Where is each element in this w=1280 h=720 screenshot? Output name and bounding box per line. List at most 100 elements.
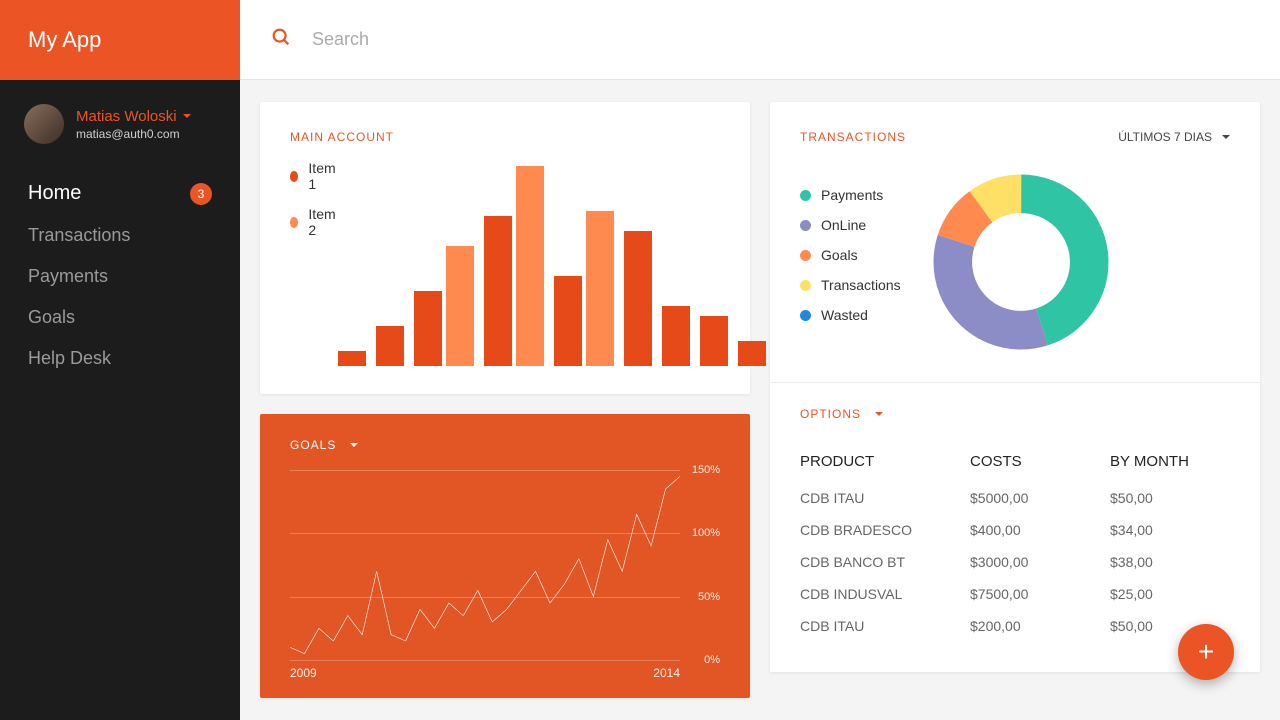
bar (624, 231, 652, 366)
bar (700, 316, 728, 366)
bar-group (738, 341, 766, 366)
cell: $3000,00 (970, 554, 1110, 570)
options-title: OPTIONS (800, 407, 861, 421)
legend-dot-icon (290, 217, 298, 228)
topbar (240, 0, 1280, 80)
options-selector[interactable]: OPTIONS (800, 407, 1230, 421)
divider (770, 382, 1260, 383)
user-name-text: Matias Woloski (76, 108, 177, 125)
nav-item-home[interactable]: Home 3 (28, 172, 212, 215)
cell: $34,00 (1110, 522, 1230, 538)
table-row[interactable]: CDB ITAU$5000,00$50,00 (800, 482, 1230, 514)
nav-label: Home (28, 182, 81, 205)
bar-group (700, 316, 728, 366)
nav: Home 3 Transactions Payments Goals Help Desk (0, 172, 240, 379)
gridline (290, 660, 680, 661)
cell: CDB BRADESCO (800, 522, 970, 538)
x-end: 2014 (653, 666, 680, 680)
bar-group (624, 231, 652, 366)
legend-label: Wasted (821, 307, 868, 323)
cell: CDB ITAU (800, 618, 970, 634)
legend-label: Item 2 (308, 206, 338, 238)
search-icon[interactable] (270, 26, 292, 53)
donut-legend: Payments OnLine Goals Transactions Wasted (800, 187, 901, 337)
nav-label: Help Desk (28, 348, 111, 369)
plus-icon: + (1198, 636, 1214, 668)
legend-dot-icon (800, 190, 811, 201)
bar (738, 341, 766, 366)
cell: $5000,00 (970, 490, 1110, 506)
user-name[interactable]: Matias Woloski (76, 108, 191, 125)
nav-badge: 3 (190, 183, 212, 205)
donut-chart (931, 172, 1111, 352)
legend-label: Transactions (821, 277, 901, 293)
cell: $50,00 (1110, 490, 1230, 506)
cell: $200,00 (970, 618, 1110, 634)
bar (338, 351, 366, 366)
cell: $25,00 (1110, 586, 1230, 602)
bar-group (484, 166, 544, 366)
legend-item: Item 1 (290, 160, 338, 192)
add-button[interactable]: + (1178, 624, 1234, 680)
legend-dot-icon (800, 220, 811, 231)
legend-item: Item 2 (290, 206, 338, 238)
bar (414, 291, 442, 366)
nav-item-help-desk[interactable]: Help Desk (28, 338, 212, 379)
nav-item-transactions[interactable]: Transactions (28, 215, 212, 256)
col-header: PRODUCT (800, 453, 970, 470)
nav-item-payments[interactable]: Payments (28, 256, 212, 297)
options-table: PRODUCTCOSTSBY MONTHCDB ITAU$5000,00$50,… (800, 445, 1230, 642)
main-account-legend: Item 1 Item 2 (290, 160, 338, 252)
search-input[interactable] (312, 29, 1250, 50)
legend-dot-icon (290, 171, 298, 182)
main-account-title: MAIN ACCOUNT (260, 102, 750, 156)
goals-card: GOALS 150%100%50%0% 2009 2014 (260, 414, 750, 698)
chevron-down-icon (350, 443, 358, 447)
legend-dot-icon (800, 280, 811, 291)
main-account-card: MAIN ACCOUNT Item 1 Item 2 (260, 102, 750, 394)
legend-item: Payments (800, 187, 901, 203)
user-email: matias@auth0.com (76, 127, 191, 141)
sidebar: My App Matias Woloski matias@auth0.com H… (0, 0, 240, 720)
table-row[interactable]: CDB INDUSVAL$7500,00$25,00 (800, 578, 1230, 610)
bar (376, 326, 404, 366)
table-row[interactable]: CDB ITAU$200,00$50,00 (800, 610, 1230, 642)
bar-group (338, 351, 366, 366)
cell: $7500,00 (970, 586, 1110, 602)
bar (516, 166, 544, 366)
goals-selector[interactable]: GOALS (290, 438, 720, 452)
legend-label: OnLine (821, 217, 866, 233)
cell: $400,00 (970, 522, 1110, 538)
legend-label: Item 1 (308, 160, 338, 192)
line-xaxis: 2009 2014 (290, 666, 720, 680)
cell: CDB ITAU (800, 490, 970, 506)
nav-label: Goals (28, 307, 75, 328)
bar (554, 276, 582, 366)
y-label: 150% (692, 464, 720, 476)
table-row[interactable]: CDB BRADESCO$400,00$34,00 (800, 514, 1230, 546)
table-row[interactable]: CDB BANCO BT$3000,00$38,00 (800, 546, 1230, 578)
bar-group (414, 246, 474, 366)
range-label: ÚLTIMOS 7 DIAS (1118, 130, 1212, 144)
bar (484, 216, 512, 366)
nav-label: Transactions (28, 225, 130, 246)
legend-item: Goals (800, 247, 901, 263)
legend-dot-icon (800, 310, 811, 321)
donut-slice (952, 194, 1088, 330)
legend-dot-icon (800, 250, 811, 261)
nav-label: Payments (28, 266, 108, 287)
nav-item-goals[interactable]: Goals (28, 297, 212, 338)
range-selector[interactable]: ÚLTIMOS 7 DIAS (1118, 130, 1230, 144)
transactions-title: TRANSACTIONS (800, 130, 906, 144)
bar-group (376, 326, 404, 366)
bar-group (662, 306, 690, 366)
chevron-down-icon (875, 412, 883, 416)
user-block[interactable]: Matias Woloski matias@auth0.com (0, 80, 240, 172)
transactions-card: TRANSACTIONS ÚLTIMOS 7 DIAS Payments OnLi… (770, 102, 1260, 672)
avatar (24, 104, 64, 144)
y-label: 50% (698, 591, 720, 603)
col-header: COSTS (970, 453, 1110, 470)
chevron-down-icon (1222, 135, 1230, 139)
y-label: 100% (692, 527, 720, 539)
goals-title: GOALS (290, 438, 336, 452)
